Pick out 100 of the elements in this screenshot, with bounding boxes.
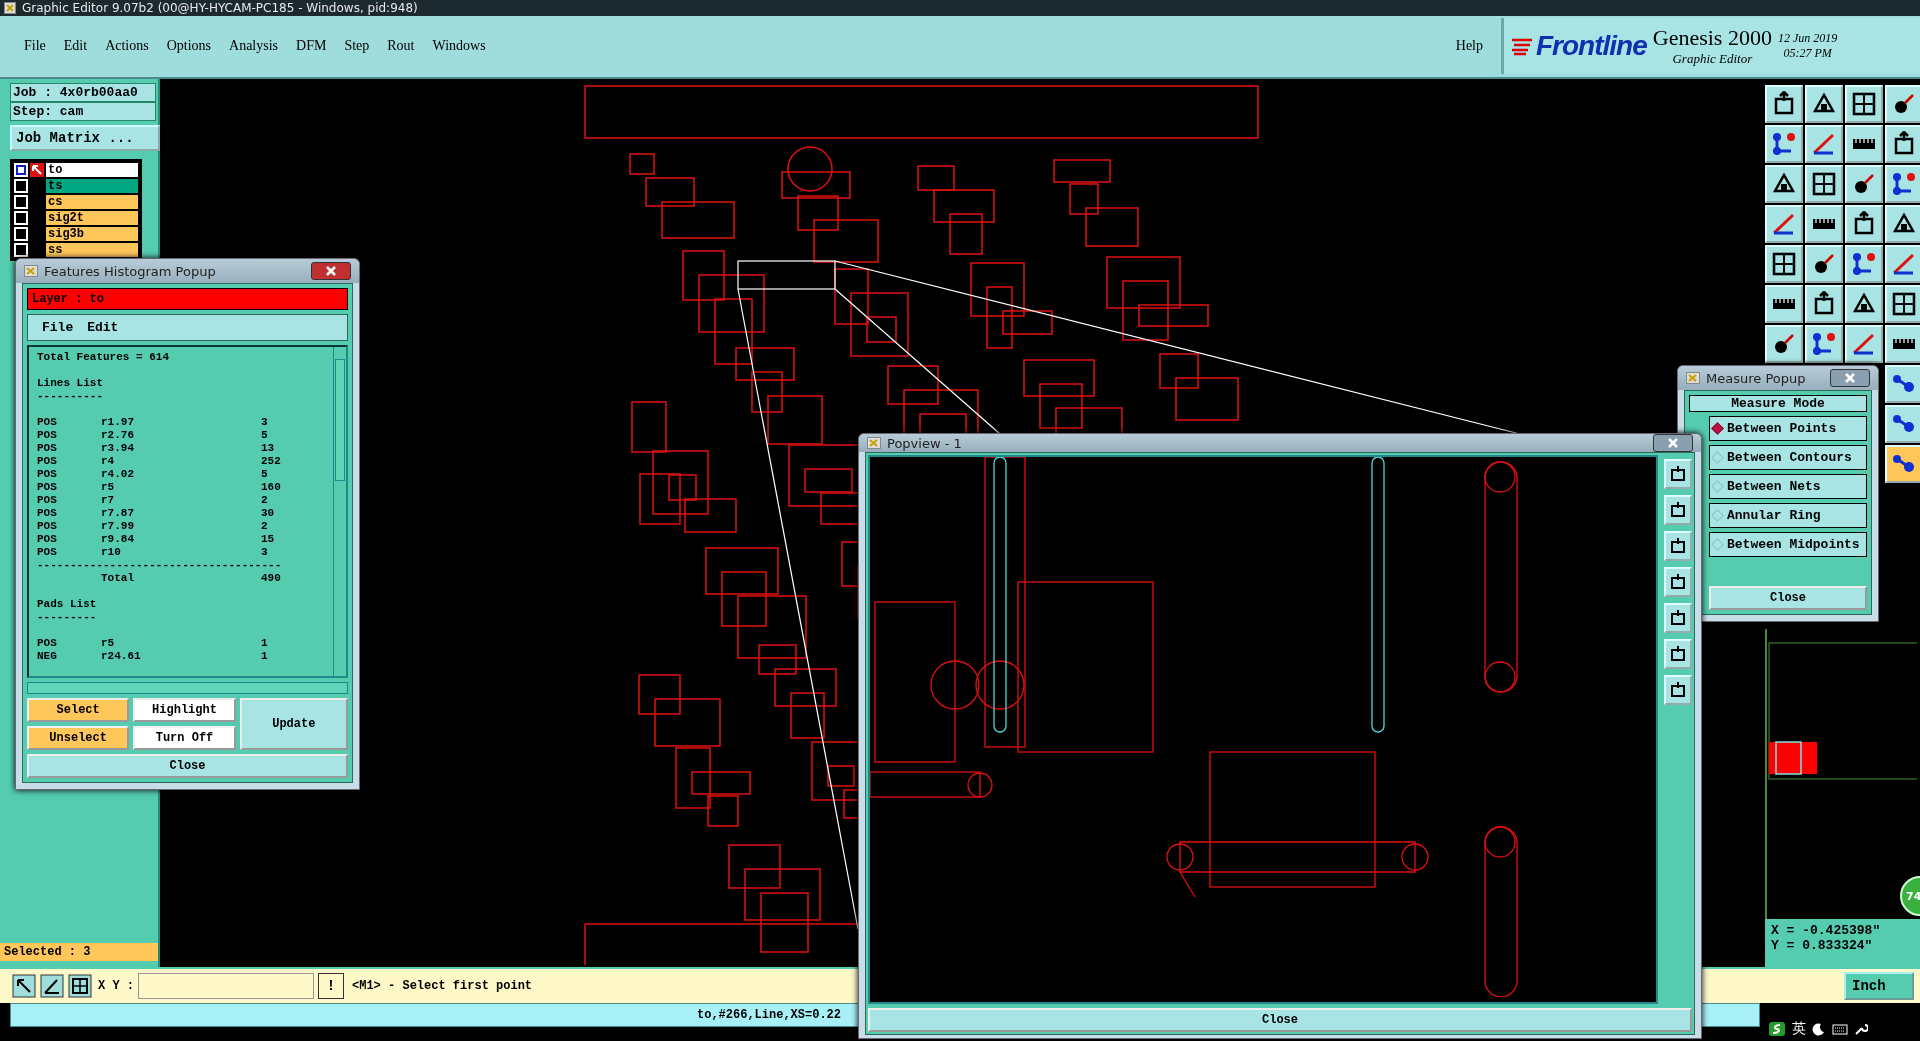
polarity-cell-text: POS xyxy=(37,429,58,442)
count-cell: 3 xyxy=(261,546,268,559)
mode-option[interactable]: Annular Ring xyxy=(1709,503,1867,528)
polarity-cell-text: POS xyxy=(37,520,58,533)
symbol-cell-text: r2.76 xyxy=(101,429,135,442)
count-cell: 160 xyxy=(261,481,281,494)
date-text: 12 Jun 2019 xyxy=(1777,31,1838,47)
x-coordinate: X = -0.425398" xyxy=(1771,922,1882,938)
y-coordinate: Y = 0.833324" xyxy=(1771,937,1874,953)
menu-item[interactable]: Actions xyxy=(105,38,149,55)
window-title: Popview - 1 xyxy=(887,435,962,451)
symbol-cell-text: r7.87 xyxy=(101,507,135,520)
count-cell: 30 xyxy=(261,507,275,520)
product-subtitle: Graphic Editor xyxy=(1672,51,1753,68)
symbol-cell-text: r9.84 xyxy=(101,533,135,546)
action-button[interactable]: Select xyxy=(27,698,130,722)
heading-underline: ---------- xyxy=(37,390,104,403)
section-heading: Lines List xyxy=(37,377,104,390)
xy-label: X Y : xyxy=(98,978,134,993)
action-button[interactable]: Highlight xyxy=(133,698,236,722)
polarity-cell-text: POS xyxy=(37,533,58,546)
layer-name[interactable]: sig3b xyxy=(46,226,138,241)
selected-count: Selected : 3 xyxy=(0,942,158,961)
symbol-cell-text: r7.99 xyxy=(101,520,135,533)
symbol-cell-text: r24.61 xyxy=(101,650,142,663)
symbol-cell-text: r10 xyxy=(101,546,122,559)
menu-item[interactable]: Rout xyxy=(387,38,415,55)
job-label: Job : 4x0rb00aa0 xyxy=(10,82,156,102)
layer-label: Layer : to xyxy=(27,288,348,310)
menu-item[interactable]: Windows xyxy=(432,38,486,55)
polarity-cell-text: POS xyxy=(37,637,58,650)
count-cell: 1 xyxy=(261,650,268,663)
count-cell: 13 xyxy=(261,442,275,455)
mode-option[interactable]: Between Nets xyxy=(1709,474,1867,499)
brand-logo: Frontline xyxy=(1536,30,1647,63)
prompt-text: <M1> - Select first point xyxy=(352,978,533,993)
layer-name[interactable]: to xyxy=(46,162,138,177)
menu-item[interactable]: File xyxy=(42,320,74,335)
count-cell: 5 xyxy=(261,468,268,481)
symbol-cell-text: r3.94 xyxy=(101,442,135,455)
help-menu[interactable]: Help xyxy=(1455,38,1483,55)
polarity-cell-text: POS xyxy=(37,481,58,494)
mode-option[interactable]: Between Midpoints xyxy=(1709,532,1867,557)
units-dropdown[interactable]: Inch xyxy=(1844,971,1914,1000)
update-button[interactable]: Update xyxy=(239,698,348,750)
menu-item[interactable]: Edit xyxy=(87,320,119,335)
layer-name[interactable]: cs xyxy=(46,194,138,209)
polarity-cell-text: POS xyxy=(37,507,58,520)
mode-header: Measure Mode xyxy=(1689,395,1867,412)
polarity-cell-text: POS xyxy=(37,442,58,455)
layer-name[interactable]: sig2t xyxy=(46,210,138,225)
window-title: Graphic Editor 9.07b2 (00@HY-HYCAM-PC185 - Windows, pid:948) xyxy=(22,0,418,15)
menu-item[interactable]: Options xyxy=(166,38,212,55)
close-button[interactable]: Close xyxy=(868,1008,1692,1032)
layer-name[interactable]: ss xyxy=(46,242,138,257)
menu-item[interactable]: DFM xyxy=(296,38,327,55)
symbol-cell-text: r4.02 xyxy=(101,468,135,481)
action-button[interactable]: Unselect xyxy=(27,726,130,750)
heading-underline: --------- xyxy=(37,611,98,624)
action-button[interactable]: Turn Off xyxy=(133,726,236,750)
polarity-cell-text: POS xyxy=(37,546,58,559)
time-text: 05:27 PM xyxy=(1783,46,1832,62)
window-title: Features Histogram Popup xyxy=(44,263,216,279)
total-cell: 490 xyxy=(261,572,281,585)
menu-item[interactable]: Analysis xyxy=(229,38,279,55)
symbol-cell-text: r7 xyxy=(101,494,116,507)
window-title: Measure Popup xyxy=(1706,370,1806,386)
total-rule: ------------------------------------- xyxy=(37,559,283,572)
symbol-cell-text: r5 xyxy=(101,637,116,650)
count-cell: 15 xyxy=(261,533,275,546)
language-indicator[interactable]: 英 xyxy=(1792,1020,1806,1038)
count-cell: 2 xyxy=(261,520,268,533)
polarity-cell-text: POS xyxy=(37,455,58,468)
count-cell: 1 xyxy=(261,637,268,650)
layer-name[interactable]: ts xyxy=(46,178,138,193)
close-button[interactable]: Close xyxy=(1709,586,1867,610)
symbol-cell-text: r1.97 xyxy=(101,416,135,429)
count-cell: 252 xyxy=(261,455,281,468)
count-cell: 3 xyxy=(261,416,268,429)
polarity-cell-text: POS xyxy=(37,416,58,429)
polarity-cell-text: NEG xyxy=(37,650,58,663)
report-text: Total Features = 614 xyxy=(37,351,171,364)
menu-item[interactable]: Step xyxy=(344,38,370,55)
exclamation-button[interactable]: ! xyxy=(318,972,344,999)
symbol-cell-text: r5 xyxy=(101,481,116,494)
polarity-cell-text: POS xyxy=(37,468,58,481)
product-name: Genesis 2000 xyxy=(1652,25,1772,52)
section-heading: Pads List xyxy=(37,598,98,611)
menu-item[interactable]: File xyxy=(24,38,46,55)
menu-item[interactable]: Edit xyxy=(63,38,88,55)
polarity-cell-text: POS xyxy=(37,494,58,507)
count-cell: 5 xyxy=(261,429,268,442)
mode-option[interactable]: Between Points xyxy=(1709,416,1867,441)
symbol-cell-text: r4 xyxy=(101,455,116,468)
mode-option[interactable]: Between Contours xyxy=(1709,445,1867,470)
close-button[interactable]: Close xyxy=(27,754,348,778)
job-matrix-button[interactable]: Job Matrix ... xyxy=(10,124,160,151)
count-cell: 2 xyxy=(261,494,268,507)
status-text: to,#266,Line,XS=0.22 xyxy=(697,1007,842,1022)
total-label: Total xyxy=(101,572,135,585)
